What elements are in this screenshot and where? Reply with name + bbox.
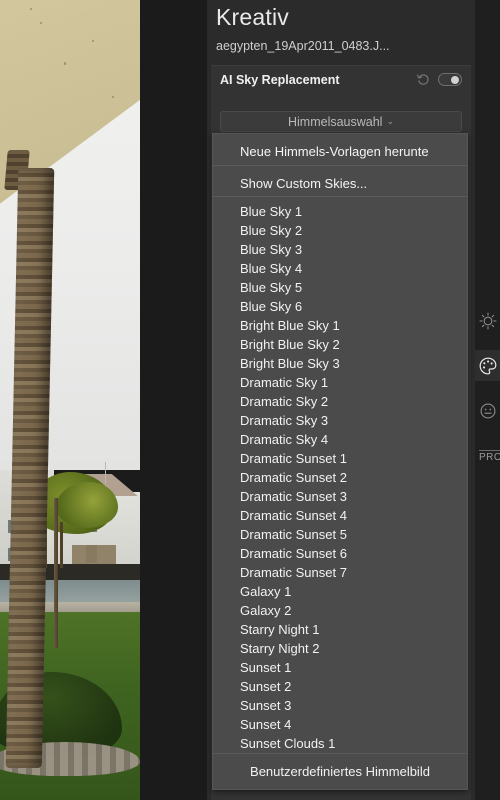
menu-item-sky-preset[interactable]: Sunset 2 <box>213 677 467 696</box>
menu-item-sky-preset[interactable]: Blue Sky 5 <box>213 278 467 297</box>
menu-item-sky-preset[interactable]: Sunset 4 <box>213 715 467 734</box>
photo-tree-canopy-highlight <box>56 482 118 528</box>
menu-item-sky-preset[interactable]: Blue Sky 4 <box>213 259 467 278</box>
module-enable-toggle[interactable] <box>438 73 462 86</box>
sky-selection-dropdown-menu[interactable]: Neue Himmels-Vorlagen herunte Show Custo… <box>212 133 468 790</box>
sky-selection-label: Himmelsauswahl <box>287 114 383 129</box>
photo-wall-speck <box>112 96 114 98</box>
sky-selection-dropdown-button[interactable]: Himmelsauswahl ⌄ <box>220 111 462 132</box>
menu-item-sky-preset[interactable]: Dramatic Sunset 4 <box>213 506 467 525</box>
photo-wall-speck <box>92 40 94 42</box>
menu-item-sky-preset[interactable]: Blue Sky 2 <box>213 221 467 240</box>
menu-item-sky-preset[interactable]: Dramatic Sunset 7 <box>213 563 467 582</box>
reset-icon[interactable] <box>416 72 431 87</box>
canvas-gutter <box>140 0 207 800</box>
menu-item-sky-preset[interactable]: Blue Sky 1 <box>213 202 467 221</box>
app-window: Kreativ aegypten_19Apr2011_0483.J... AI … <box>0 0 500 800</box>
menu-item-show-custom-skies[interactable]: Show Custom Skies... <box>213 166 467 197</box>
menu-item-sky-preset[interactable]: Sunset 3 <box>213 696 467 715</box>
menu-item-sky-preset[interactable]: Starry Night 2 <box>213 639 467 658</box>
chevron-down-icon: ⌄ <box>386 116 395 126</box>
menu-item-sky-preset[interactable]: Dramatic Sunset 1 <box>213 449 467 468</box>
menu-item-download-skies[interactable]: Neue Himmels-Vorlagen herunte <box>213 134 467 165</box>
rail-item-brightness[interactable] <box>475 305 500 336</box>
menu-item-sky-preset[interactable]: Dramatic Sunset 5 <box>213 525 467 544</box>
portrait-face-icon <box>478 401 498 421</box>
module-header: AI Sky Replacement <box>211 66 471 96</box>
menu-item-sky-preset[interactable]: Dramatic Sky 1 <box>213 373 467 392</box>
menu-item-sky-preset[interactable]: Starry Night 1 <box>213 620 467 639</box>
menu-item-sky-preset[interactable]: Galaxy 2 <box>213 601 467 620</box>
menu-item-sky-preset[interactable]: Bright Blue Sky 2 <box>213 335 467 354</box>
tool-rail: PRO <box>475 0 500 800</box>
menu-item-sky-preset[interactable]: Dramatic Sky 2 <box>213 392 467 411</box>
menu-item-sky-preset[interactable]: Dramatic Sunset 3 <box>213 487 467 506</box>
photo-secondary-trunk <box>54 498 58 648</box>
menu-item-sky-preset[interactable]: Dramatic Sky 3 <box>213 411 467 430</box>
pro-badge: PRO <box>479 450 500 463</box>
menu-item-sky-preset[interactable]: Galaxy 1 <box>213 582 467 601</box>
menu-item-sky-preset[interactable]: Dramatic Sunset 6 <box>213 544 467 563</box>
menu-item-sky-preset[interactable]: Dramatic Sky 4 <box>213 430 467 449</box>
rail-item-color-palette[interactable] <box>475 350 500 381</box>
photo-antenna <box>105 462 106 484</box>
page-title: Kreativ <box>216 4 289 30</box>
photo-tree-stem <box>60 522 63 568</box>
photo-wall-speck <box>64 62 66 65</box>
menu-item-sky-preset[interactable]: Sunset 1 <box>213 658 467 677</box>
menu-item-sky-preset[interactable]: Bright Blue Sky 1 <box>213 316 467 335</box>
photo-wall-speck <box>30 8 32 10</box>
photo-preview <box>0 0 140 800</box>
image-canvas[interactable] <box>0 0 140 800</box>
menu-item-sky-preset[interactable]: Blue Sky 3 <box>213 240 467 259</box>
menu-item-custom-sky-image[interactable]: Benutzerdefiniertes Himmelbild <box>213 753 467 789</box>
menu-item-sky-preset[interactable]: Sunset Clouds 1 <box>213 734 467 753</box>
toggle-knob <box>451 75 459 84</box>
menu-item-sky-preset[interactable]: Blue Sky 6 <box>213 297 467 316</box>
menu-item-sky-preset[interactable]: Bright Blue Sky 3 <box>213 354 467 373</box>
color-palette-icon <box>478 356 498 376</box>
brightness-icon <box>478 311 498 331</box>
photo-wall-speck <box>40 22 42 24</box>
sky-preset-list: Blue Sky 1 Blue Sky 2 Blue Sky 3 Blue Sky 4… <box>213 197 467 753</box>
module-header-actions <box>416 72 462 87</box>
filename-label: aegypten_19Apr2011_0483.J... <box>216 39 390 53</box>
rail-item-portrait[interactable] <box>475 395 500 426</box>
menu-item-sky-preset[interactable]: Dramatic Sunset 2 <box>213 468 467 487</box>
module-title: AI Sky Replacement <box>220 73 340 87</box>
